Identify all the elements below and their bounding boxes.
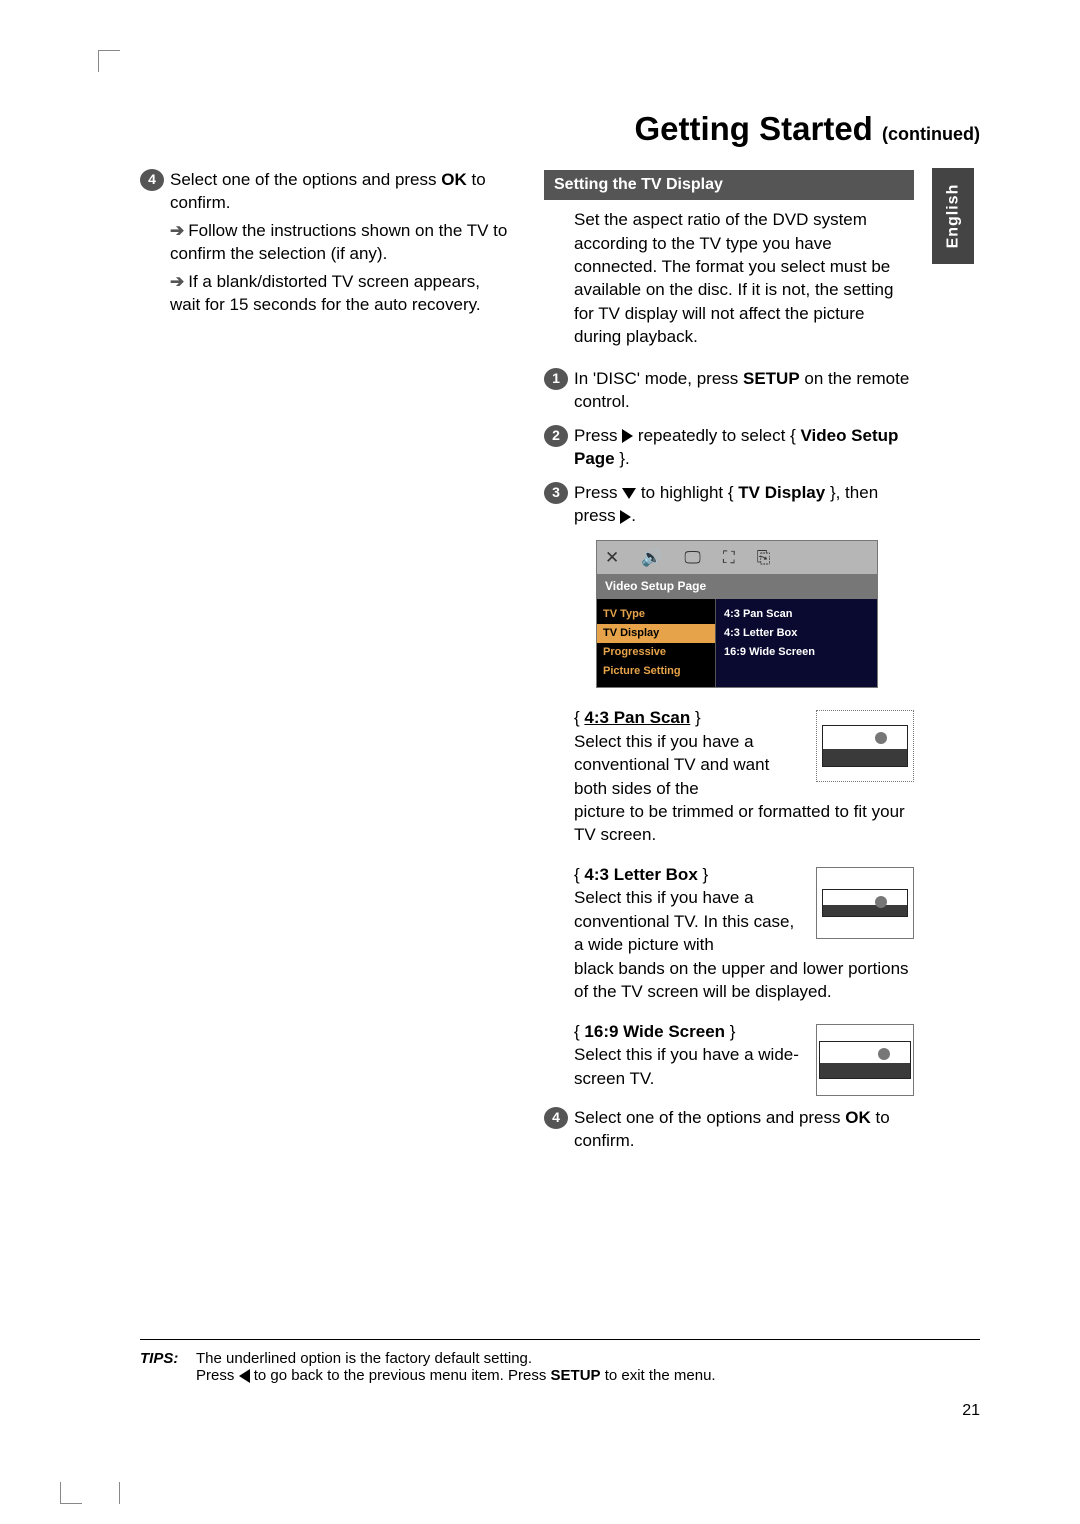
osd-menu-list: TV Type TV Display Progressive Picture S… [597,599,715,688]
step4-sub1: ➔Follow the instructions shown on the TV… [170,219,510,266]
osd-item-tvdisplay: TV Display [597,624,715,643]
osd-item-picture: Picture Setting [603,662,709,681]
section-heading: Setting the TV Display [544,170,914,200]
step-bullet-4b: 4 [544,1107,568,1129]
section-intro: Set the aspect ratio of the DVD system a… [574,208,914,349]
language-tab: English [932,168,974,264]
expand-icon: ⛶ [723,546,735,569]
letterbox-thumb [816,867,914,939]
widescreen-thumb [816,1024,914,1096]
step4b-text: Select one of the options and press OK t… [574,1106,914,1153]
option-title-panscan: 4:3 Pan Scan [584,708,690,727]
option-letterbox: { 4:3 Letter Box } Select this if you ha… [574,863,914,1004]
step1-text: In 'DISC' mode, press SETUP on the remot… [574,367,914,414]
osd-item-tvtype: TV Type [603,605,709,624]
osd-page-title: Video Setup Page [597,574,877,599]
tips-label: TIPS: [140,1350,196,1384]
left-triangle-icon [239,1369,250,1383]
option-panscan: { 4:3 Pan Scan } Select this if you have… [574,706,914,847]
right-triangle-icon [620,510,631,524]
tips-footer: TIPS: The underlined option is the facto… [140,1339,980,1384]
step4-text: Select one of the options and press OK t… [170,168,510,215]
arrow-icon: ➔ [170,221,184,240]
step4-sub2: ➔If a blank/distorted TV screen appears,… [170,270,510,317]
osd-screenshot: ✕ 🔊 🖵 ⛶ ⎘ Video Setup Page TV Type TV Di… [596,540,878,689]
osd-item-progressive: Progressive [603,643,709,662]
step-bullet-1: 1 [544,368,568,390]
osd-opt-letterbox: 4:3 Letter Box [724,624,869,643]
tips-line1: The underlined option is the factory def… [196,1350,716,1367]
audio-icon: 🔊 [641,546,662,569]
tips-line2: Press to go back to the previous menu it… [196,1367,716,1384]
right-triangle-icon [622,429,633,443]
step3-text: Press to highlight { TV Display }, then … [574,481,914,528]
option-title-widescreen: 16:9 Wide Screen [584,1022,725,1041]
step-bullet-4: 4 [140,169,164,191]
step2-text: Press repeatedly to select { Video Setup… [574,424,914,471]
title-main: Getting Started [634,110,882,147]
title-continued: (continued) [882,124,980,144]
step-bullet-2: 2 [544,425,568,447]
option-title-letterbox: 4:3 Letter Box [584,865,697,884]
left-column: 4 Select one of the options and press OK… [140,168,510,1157]
down-triangle-icon [622,488,636,499]
arrow-icon: ➔ [170,272,184,291]
step-bullet-3: 3 [544,482,568,504]
tools-icon: ✕ [605,546,619,569]
osd-options-list: 4:3 Pan Scan 4:3 Letter Box 16:9 Wide Sc… [715,599,877,688]
osd-tab-icons: ✕ 🔊 🖵 ⛶ ⎘ [597,541,877,574]
right-column: English Setting the TV Display Set the a… [544,168,914,1157]
panscan-thumb [816,710,914,782]
video-icon: 🖵 [684,546,700,569]
page-title: Getting Started (continued) [140,110,980,148]
exit-icon: ⎘ [757,546,771,569]
osd-opt-widescreen: 16:9 Wide Screen [724,643,869,662]
page-number: 21 [962,1402,980,1420]
option-widescreen: { 16:9 Wide Screen } Select this if you … [574,1020,914,1090]
osd-opt-panscan: 4:3 Pan Scan [724,605,869,624]
